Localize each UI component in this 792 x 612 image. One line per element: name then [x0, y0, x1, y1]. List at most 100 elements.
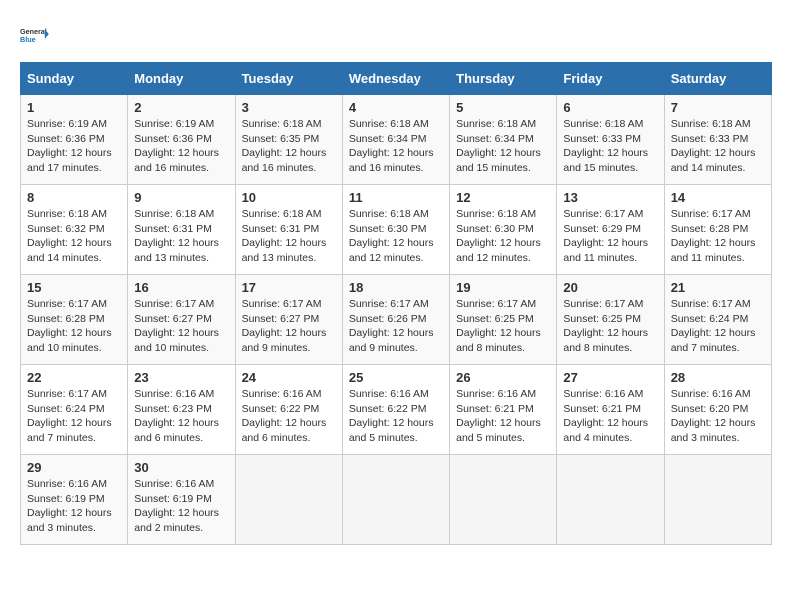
calendar-day-cell: 23 Sunrise: 6:16 AMSunset: 6:23 PMDaylig… [128, 365, 235, 455]
calendar-day-cell: 4 Sunrise: 6:18 AMSunset: 6:34 PMDayligh… [342, 95, 449, 185]
calendar-day-cell: 19 Sunrise: 6:17 AMSunset: 6:25 PMDaylig… [450, 275, 557, 365]
day-detail: Sunrise: 6:17 AMSunset: 6:27 PMDaylight:… [134, 298, 219, 354]
day-number: 26 [456, 370, 550, 385]
calendar-header-row: SundayMondayTuesdayWednesdayThursdayFrid… [21, 63, 772, 95]
calendar-day-cell: 21 Sunrise: 6:17 AMSunset: 6:24 PMDaylig… [664, 275, 771, 365]
calendar-day-cell [557, 455, 664, 545]
calendar-day-cell: 10 Sunrise: 6:18 AMSunset: 6:31 PMDaylig… [235, 185, 342, 275]
day-number: 7 [671, 100, 765, 115]
calendar-day-cell: 24 Sunrise: 6:16 AMSunset: 6:22 PMDaylig… [235, 365, 342, 455]
day-number: 1 [27, 100, 121, 115]
day-detail: Sunrise: 6:18 AMSunset: 6:34 PMDaylight:… [349, 118, 434, 174]
day-number: 4 [349, 100, 443, 115]
day-detail: Sunrise: 6:16 AMSunset: 6:22 PMDaylight:… [242, 388, 327, 444]
calendar-day-cell: 18 Sunrise: 6:17 AMSunset: 6:26 PMDaylig… [342, 275, 449, 365]
calendar-day-cell: 17 Sunrise: 6:17 AMSunset: 6:27 PMDaylig… [235, 275, 342, 365]
day-detail: Sunrise: 6:18 AMSunset: 6:35 PMDaylight:… [242, 118, 327, 174]
calendar-day-cell [342, 455, 449, 545]
day-detail: Sunrise: 6:18 AMSunset: 6:33 PMDaylight:… [563, 118, 648, 174]
day-detail: Sunrise: 6:17 AMSunset: 6:25 PMDaylight:… [563, 298, 648, 354]
day-number: 24 [242, 370, 336, 385]
calendar-day-cell: 8 Sunrise: 6:18 AMSunset: 6:32 PMDayligh… [21, 185, 128, 275]
day-detail: Sunrise: 6:18 AMSunset: 6:30 PMDaylight:… [456, 208, 541, 264]
day-number: 14 [671, 190, 765, 205]
calendar-day-cell: 25 Sunrise: 6:16 AMSunset: 6:22 PMDaylig… [342, 365, 449, 455]
day-number: 5 [456, 100, 550, 115]
calendar-day-cell: 3 Sunrise: 6:18 AMSunset: 6:35 PMDayligh… [235, 95, 342, 185]
header-cell-monday: Monday [128, 63, 235, 95]
day-detail: Sunrise: 6:16 AMSunset: 6:19 PMDaylight:… [27, 478, 112, 534]
day-detail: Sunrise: 6:17 AMSunset: 6:29 PMDaylight:… [563, 208, 648, 264]
day-detail: Sunrise: 6:18 AMSunset: 6:31 PMDaylight:… [134, 208, 219, 264]
day-detail: Sunrise: 6:17 AMSunset: 6:25 PMDaylight:… [456, 298, 541, 354]
day-number: 25 [349, 370, 443, 385]
day-detail: Sunrise: 6:17 AMSunset: 6:28 PMDaylight:… [671, 208, 756, 264]
calendar-day-cell: 22 Sunrise: 6:17 AMSunset: 6:24 PMDaylig… [21, 365, 128, 455]
calendar-day-cell: 26 Sunrise: 6:16 AMSunset: 6:21 PMDaylig… [450, 365, 557, 455]
day-number: 9 [134, 190, 228, 205]
day-number: 21 [671, 280, 765, 295]
calendar-day-cell [450, 455, 557, 545]
logo-icon: GeneralBlue [20, 20, 52, 52]
day-number: 15 [27, 280, 121, 295]
calendar-day-cell: 9 Sunrise: 6:18 AMSunset: 6:31 PMDayligh… [128, 185, 235, 275]
calendar-day-cell: 1 Sunrise: 6:19 AMSunset: 6:36 PMDayligh… [21, 95, 128, 185]
day-detail: Sunrise: 6:16 AMSunset: 6:20 PMDaylight:… [671, 388, 756, 444]
calendar-day-cell: 2 Sunrise: 6:19 AMSunset: 6:36 PMDayligh… [128, 95, 235, 185]
day-detail: Sunrise: 6:18 AMSunset: 6:33 PMDaylight:… [671, 118, 756, 174]
calendar-day-cell: 5 Sunrise: 6:18 AMSunset: 6:34 PMDayligh… [450, 95, 557, 185]
day-detail: Sunrise: 6:16 AMSunset: 6:23 PMDaylight:… [134, 388, 219, 444]
calendar-day-cell: 14 Sunrise: 6:17 AMSunset: 6:28 PMDaylig… [664, 185, 771, 275]
day-detail: Sunrise: 6:18 AMSunset: 6:30 PMDaylight:… [349, 208, 434, 264]
day-detail: Sunrise: 6:18 AMSunset: 6:34 PMDaylight:… [456, 118, 541, 174]
day-number: 13 [563, 190, 657, 205]
calendar-table: SundayMondayTuesdayWednesdayThursdayFrid… [20, 62, 772, 545]
day-number: 18 [349, 280, 443, 295]
day-detail: Sunrise: 6:19 AMSunset: 6:36 PMDaylight:… [134, 118, 219, 174]
day-number: 3 [242, 100, 336, 115]
day-detail: Sunrise: 6:17 AMSunset: 6:24 PMDaylight:… [27, 388, 112, 444]
calendar-day-cell: 13 Sunrise: 6:17 AMSunset: 6:29 PMDaylig… [557, 185, 664, 275]
header-cell-sunday: Sunday [21, 63, 128, 95]
day-number: 29 [27, 460, 121, 475]
day-number: 2 [134, 100, 228, 115]
day-number: 27 [563, 370, 657, 385]
logo: GeneralBlue [20, 20, 52, 52]
day-number: 19 [456, 280, 550, 295]
calendar-week-row: 1 Sunrise: 6:19 AMSunset: 6:36 PMDayligh… [21, 95, 772, 185]
day-number: 10 [242, 190, 336, 205]
day-number: 30 [134, 460, 228, 475]
calendar-day-cell: 28 Sunrise: 6:16 AMSunset: 6:20 PMDaylig… [664, 365, 771, 455]
calendar-day-cell [235, 455, 342, 545]
calendar-day-cell: 7 Sunrise: 6:18 AMSunset: 6:33 PMDayligh… [664, 95, 771, 185]
calendar-week-row: 29 Sunrise: 6:16 AMSunset: 6:19 PMDaylig… [21, 455, 772, 545]
calendar-day-cell: 20 Sunrise: 6:17 AMSunset: 6:25 PMDaylig… [557, 275, 664, 365]
day-detail: Sunrise: 6:17 AMSunset: 6:28 PMDaylight:… [27, 298, 112, 354]
day-number: 8 [27, 190, 121, 205]
day-number: 11 [349, 190, 443, 205]
calendar-day-cell: 15 Sunrise: 6:17 AMSunset: 6:28 PMDaylig… [21, 275, 128, 365]
calendar-day-cell: 12 Sunrise: 6:18 AMSunset: 6:30 PMDaylig… [450, 185, 557, 275]
day-detail: Sunrise: 6:16 AMSunset: 6:21 PMDaylight:… [456, 388, 541, 444]
header-cell-thursday: Thursday [450, 63, 557, 95]
day-number: 23 [134, 370, 228, 385]
day-number: 28 [671, 370, 765, 385]
day-detail: Sunrise: 6:16 AMSunset: 6:21 PMDaylight:… [563, 388, 648, 444]
calendar-day-cell [664, 455, 771, 545]
day-number: 16 [134, 280, 228, 295]
calendar-day-cell: 11 Sunrise: 6:18 AMSunset: 6:30 PMDaylig… [342, 185, 449, 275]
header-cell-wednesday: Wednesday [342, 63, 449, 95]
day-detail: Sunrise: 6:16 AMSunset: 6:19 PMDaylight:… [134, 478, 219, 534]
svg-text:Blue: Blue [20, 35, 36, 44]
day-number: 17 [242, 280, 336, 295]
day-number: 20 [563, 280, 657, 295]
day-detail: Sunrise: 6:19 AMSunset: 6:36 PMDaylight:… [27, 118, 112, 174]
day-detail: Sunrise: 6:17 AMSunset: 6:24 PMDaylight:… [671, 298, 756, 354]
calendar-week-row: 8 Sunrise: 6:18 AMSunset: 6:32 PMDayligh… [21, 185, 772, 275]
day-number: 6 [563, 100, 657, 115]
header-cell-friday: Friday [557, 63, 664, 95]
day-number: 12 [456, 190, 550, 205]
day-detail: Sunrise: 6:16 AMSunset: 6:22 PMDaylight:… [349, 388, 434, 444]
calendar-week-row: 22 Sunrise: 6:17 AMSunset: 6:24 PMDaylig… [21, 365, 772, 455]
day-detail: Sunrise: 6:17 AMSunset: 6:27 PMDaylight:… [242, 298, 327, 354]
